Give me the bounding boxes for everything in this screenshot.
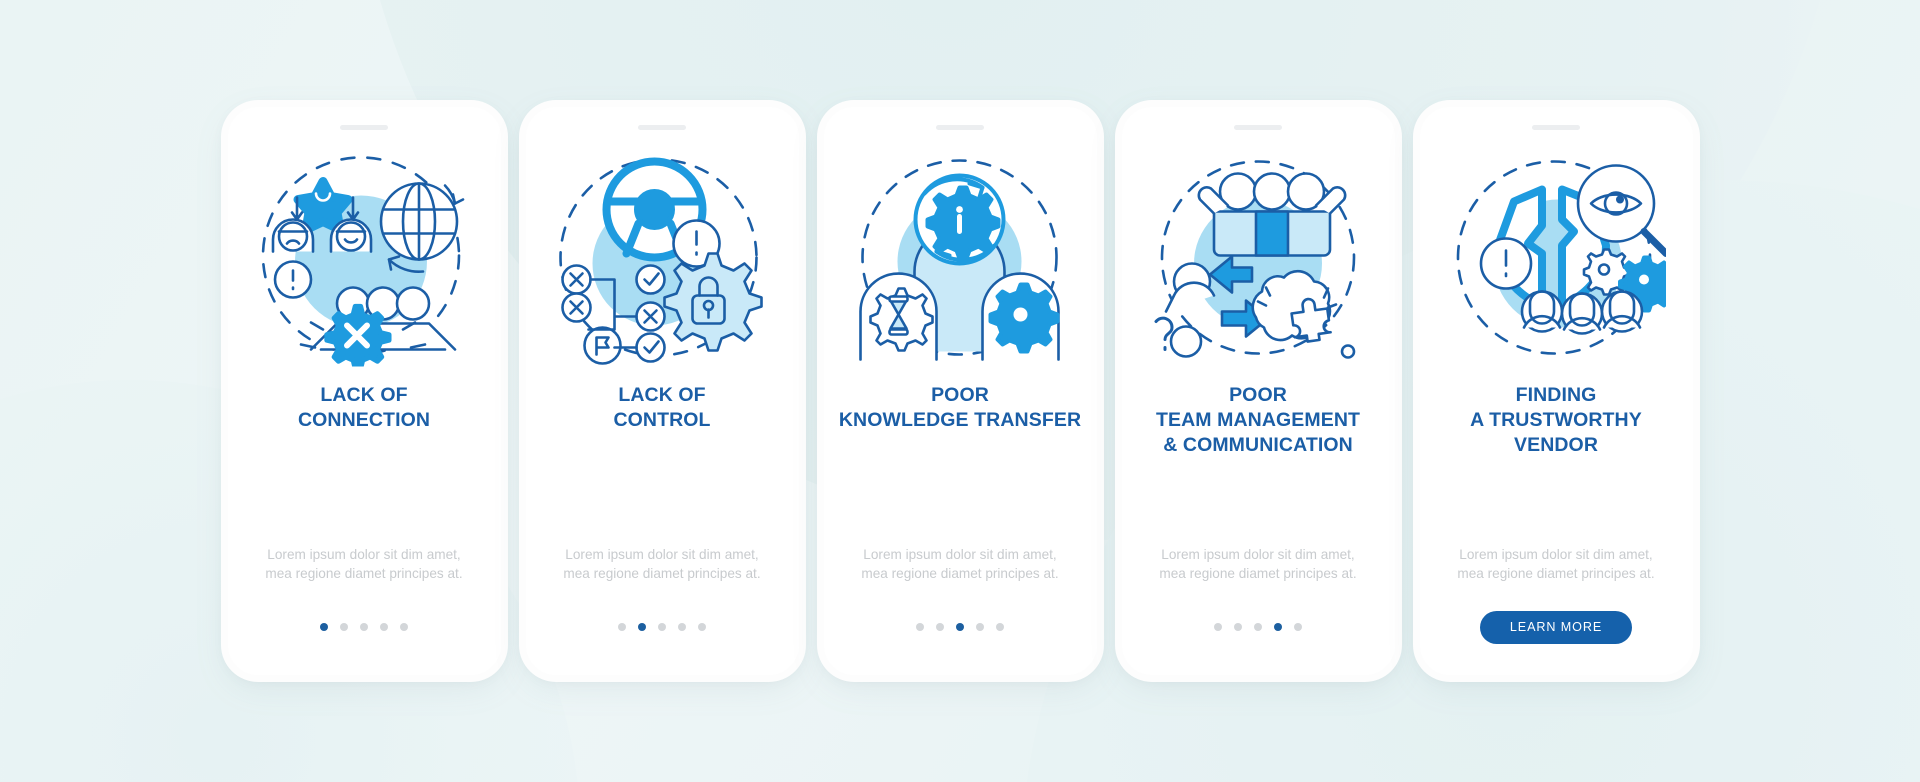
pagination-dot[interactable] [618,623,626,631]
onboarding-screen-3[interactable]: POOR KNOWLEDGE TRANSFER Lorem ipsum dolo… [823,107,1097,675]
heads-gears-knowledge-transfer-icon [859,158,1060,361]
pagination-dot[interactable] [360,623,368,631]
pagination-dot[interactable] [976,623,984,631]
onboarding-screen-4[interactable]: POOR TEAM MANAGEMENT & COMMUNICATION Lor… [1121,107,1395,675]
pagination-dots[interactable] [916,623,1004,631]
learn-more-button[interactable]: LEARN MORE [1479,610,1633,644]
screen-title: POOR KNOWLEDGE TRANSFER [838,384,1082,431]
screen-body: Lorem ipsum dolor sit dim amet, mea regi… [1457,547,1655,581]
pagination-dots[interactable] [320,623,408,631]
phone-speaker-notch [936,125,984,130]
pagination-dot[interactable] [320,623,328,631]
screen-footer: LEARN MORE [1479,610,1633,644]
disconnected-people-globe-icon [261,155,465,366]
screen-body: Lorem ipsum dolor sit dim amet, mea regi… [861,547,1059,581]
screen-body: Lorem ipsum dolor sit dim amet, mea regi… [1159,547,1357,581]
pagination-dot[interactable] [678,623,686,631]
pagination-dot[interactable] [340,623,348,631]
pagination-dots[interactable] [618,623,706,631]
pagination-dot[interactable] [1214,623,1222,631]
pagination-dot[interactable] [638,623,646,631]
onboarding-screens-row: LACK OF CONNECTION Lorem ipsum dolor sit… [0,0,1920,782]
phone-speaker-notch [1532,125,1580,130]
illustration-poor-team-management [1122,136,1395,381]
illustration-lack-of-connection [228,136,501,381]
pagination-dot[interactable] [698,623,706,631]
pagination-dot[interactable] [1254,623,1262,631]
pagination-dot[interactable] [658,623,666,631]
pagination-dot[interactable] [996,623,1004,631]
steering-wheel-lock-gear-icon [559,157,763,365]
onboarding-screen-1[interactable]: LACK OF CONNECTION Lorem ipsum dolor sit… [227,107,501,675]
screen-title: LACK OF CONTROL [613,384,711,431]
screen-footer [320,611,408,643]
screen-footer [916,611,1004,643]
illustration-poor-knowledge-transfer [824,136,1097,381]
pagination-dot[interactable] [400,623,408,631]
screen-title: FINDING A TRUSTWORTHY VENDOR [1470,384,1642,456]
pagination-dots[interactable] [1214,623,1302,631]
pagination-dot[interactable] [1234,623,1242,631]
pagination-dot[interactable] [1294,623,1302,631]
illustration-finding-trustworthy-vendor [1420,136,1693,381]
pagination-dot[interactable] [380,623,388,631]
broken-shield-magnifier-vendor-icon [1456,159,1666,355]
illustration-lack-of-control [526,136,799,381]
pagination-dot[interactable] [916,623,924,631]
screen-title: POOR TEAM MANAGEMENT & COMMUNICATION [1155,384,1361,456]
pagination-dot[interactable] [936,623,944,631]
screen-footer [618,611,706,643]
screen-footer [1214,611,1302,643]
pagination-dot[interactable] [1274,623,1282,631]
phone-speaker-notch [1234,125,1282,130]
phone-speaker-notch [638,125,686,130]
team-box-arrows-puzzle-icon [1154,159,1356,359]
screen-body: Lorem ipsum dolor sit dim amet, mea regi… [563,547,761,581]
onboarding-screen-2[interactable]: LACK OF CONTROL Lorem ipsum dolor sit di… [525,107,799,675]
onboarding-screen-5[interactable]: FINDING A TRUSTWORTHY VENDOR Lorem ipsum… [1419,107,1693,675]
pagination-dot[interactable] [956,623,964,631]
phone-speaker-notch [340,125,388,130]
screen-body: Lorem ipsum dolor sit dim amet, mea regi… [265,547,463,581]
screen-title: LACK OF CONNECTION [297,384,431,431]
